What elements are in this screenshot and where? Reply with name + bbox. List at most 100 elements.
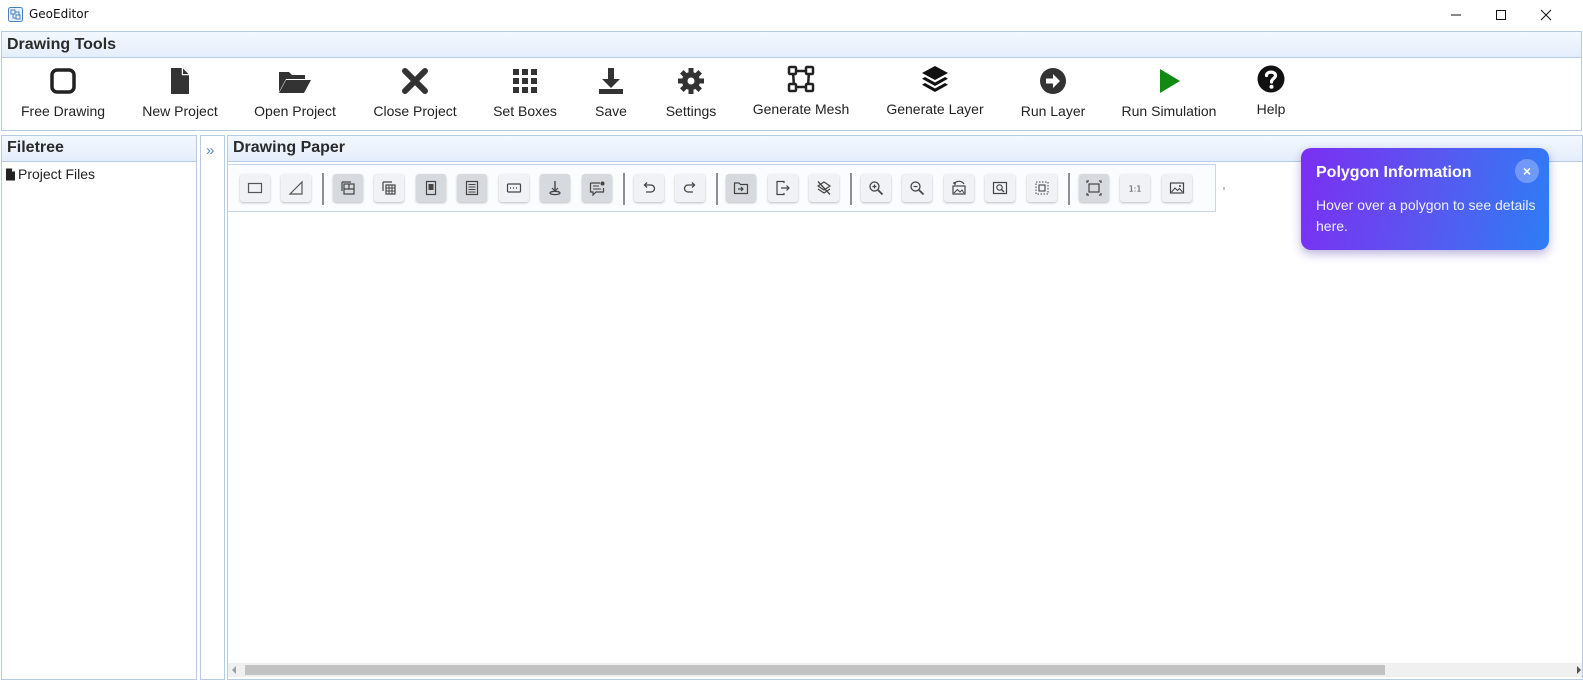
- set-boxes-button[interactable]: Set Boxes: [488, 58, 562, 130]
- drawing-paper-title: Drawing Paper: [233, 139, 346, 156]
- open-project-label: Open Project: [254, 103, 336, 119]
- overflow-indicator: [1223, 187, 1225, 190]
- undo-icon: [643, 182, 656, 193]
- popup-text: Hover over a polygon to see details here…: [1316, 197, 1536, 234]
- new-project-button[interactable]: New Project: [137, 58, 223, 130]
- run-simulation-label: Run Simulation: [1121, 103, 1217, 119]
- import-button[interactable]: [726, 174, 756, 202]
- panel-tool-button[interactable]: [416, 174, 446, 202]
- image-view-button[interactable]: [1162, 174, 1192, 202]
- horizontal-scrollbar[interactable]: [228, 663, 1582, 677]
- layout-tool-button[interactable]: [333, 174, 363, 202]
- anchor-tool-button[interactable]: [540, 174, 570, 202]
- actual-size-button[interactable]: 1:1: [1120, 174, 1150, 202]
- scrollbar-thumb[interactable]: [245, 665, 1385, 675]
- zoom-out-button[interactable]: [902, 174, 932, 202]
- tree-item-label: Project Files: [18, 166, 96, 182]
- save-button[interactable]: Save: [584, 58, 638, 130]
- file-icon: [171, 68, 189, 94]
- close-icon: [1540, 9, 1552, 21]
- collapse-strip: »: [200, 135, 225, 680]
- list-icon: [465, 180, 479, 196]
- expand-panel-icon[interactable]: »: [206, 142, 214, 159]
- gear-icon: [678, 68, 704, 94]
- window-title: GeoEditor: [29, 7, 89, 21]
- x-icon: [402, 68, 428, 94]
- app-logo-icon: [8, 7, 23, 22]
- popup-close-button[interactable]: ×: [1515, 159, 1539, 183]
- triangle-icon: [288, 180, 303, 195]
- help-label: Help: [1256, 101, 1286, 117]
- minimize-button[interactable]: [1433, 0, 1479, 30]
- toolbar-separator: [623, 173, 625, 205]
- textbox-icon: [506, 183, 522, 193]
- window-titlebar: GeoEditor: [0, 0, 1583, 30]
- pin-icon: [549, 181, 561, 196]
- hide-layers-button[interactable]: [809, 174, 839, 202]
- zoom-in-button[interactable]: [861, 174, 891, 202]
- tree-item-project-files[interactable]: Project Files: [5, 166, 95, 182]
- layers-off-icon: [816, 181, 832, 195]
- zoom-image-icon: [992, 181, 1008, 195]
- run-simulation-button[interactable]: Run Simulation: [1117, 58, 1221, 130]
- drawing-tools-header: Drawing Tools: [1, 31, 1582, 58]
- triangle-tool-button[interactable]: [281, 174, 311, 202]
- open-project-button[interactable]: Open Project: [249, 58, 341, 130]
- arrow-circle-right-icon: [1040, 68, 1066, 94]
- new-project-label: New Project: [142, 103, 218, 119]
- zoom-fit-button[interactable]: [985, 174, 1015, 202]
- question-circle-icon: [1257, 65, 1285, 93]
- free-drawing-button[interactable]: Free Drawing: [14, 58, 112, 130]
- filetree-title: Filetree: [7, 139, 64, 156]
- file-icon: [6, 168, 15, 180]
- redo-button[interactable]: [675, 174, 705, 202]
- save-label: Save: [595, 103, 627, 119]
- toolbar-separator: [1068, 173, 1070, 205]
- paper-toolbar: 1:1: [228, 164, 1216, 212]
- filetree-header: Filetree: [2, 136, 196, 162]
- play-icon: [1160, 69, 1180, 93]
- run-layer-label: Run Layer: [1020, 103, 1086, 119]
- close-project-label: Close Project: [373, 103, 457, 119]
- export-button[interactable]: [768, 174, 798, 202]
- list-tool-button[interactable]: [457, 174, 487, 202]
- comment-icon: [589, 181, 605, 196]
- panel-icon: [425, 180, 437, 196]
- image-icon: [1169, 182, 1185, 194]
- maximize-button[interactable]: [1478, 0, 1524, 30]
- generate-mesh-button[interactable]: Generate Mesh: [747, 58, 855, 130]
- maximize-icon: [1496, 10, 1506, 20]
- polygon-info-popup: Polygon Information × Hover over a polyg…: [1301, 148, 1549, 250]
- table-tool-button[interactable]: [374, 174, 404, 202]
- scroll-left-icon[interactable]: [232, 666, 236, 674]
- toolbar-separator: [850, 173, 852, 205]
- download-icon: [599, 68, 623, 94]
- toolbar-separator: [322, 173, 324, 205]
- grid-icon: [513, 69, 537, 93]
- undo-button[interactable]: [634, 174, 664, 202]
- textbox-tool-button[interactable]: [499, 174, 529, 202]
- reset-view-button[interactable]: [944, 174, 974, 202]
- popup-title: Polygon Information: [1316, 164, 1472, 181]
- reset-image-icon: [952, 180, 966, 195]
- window-close-button[interactable]: [1523, 0, 1569, 30]
- layout-icon: [341, 181, 355, 195]
- help-button[interactable]: Help: [1246, 58, 1296, 130]
- free-drawing-label: Free Drawing: [20, 103, 106, 119]
- select-area-button[interactable]: [1027, 174, 1057, 202]
- close-project-button[interactable]: Close Project: [369, 58, 461, 130]
- generate-layer-button[interactable]: Generate Layer: [880, 58, 990, 130]
- table-icon: [382, 181, 396, 195]
- redo-icon: [683, 182, 696, 193]
- export-icon: [776, 180, 790, 196]
- fit-page-button[interactable]: [1079, 174, 1109, 202]
- run-layer-button[interactable]: Run Layer: [1014, 58, 1092, 130]
- comment-tool-button[interactable]: [582, 174, 612, 202]
- settings-button[interactable]: Settings: [658, 58, 724, 130]
- svg-text:1:1: 1:1: [1129, 185, 1142, 194]
- rectangle-tool-button[interactable]: [240, 174, 270, 202]
- scroll-right-icon[interactable]: [1577, 666, 1581, 674]
- one-to-one-icon: 1:1: [1129, 185, 1142, 194]
- generate-mesh-label: Generate Mesh: [752, 101, 850, 117]
- generate-layer-label: Generate Layer: [886, 101, 984, 117]
